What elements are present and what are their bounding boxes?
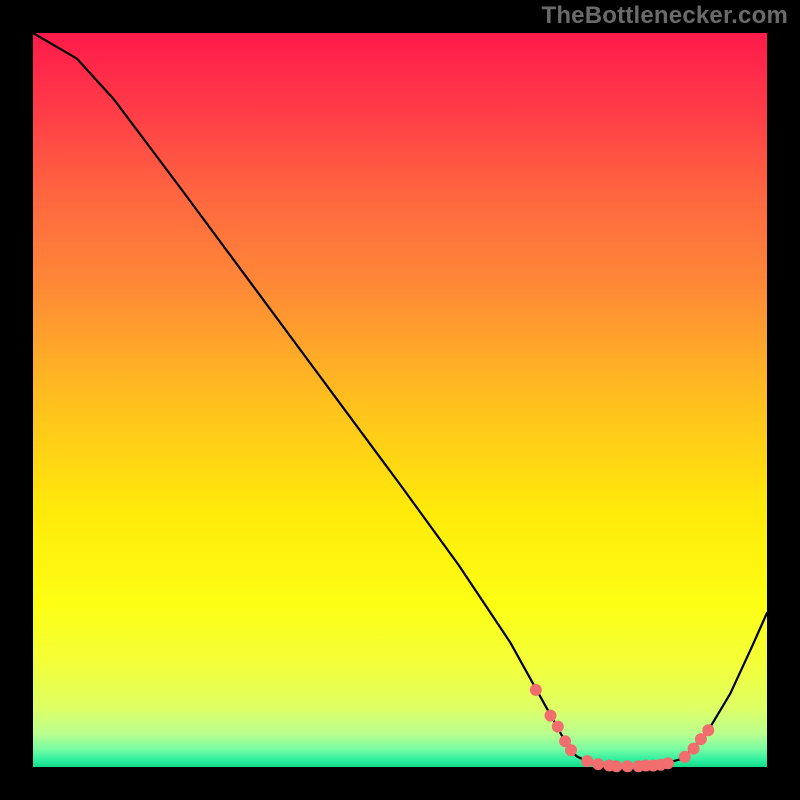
data-marker	[581, 755, 593, 767]
data-marker	[662, 757, 674, 769]
data-marker	[552, 721, 564, 733]
gradient-background	[33, 33, 767, 767]
bottleneck-chart	[0, 0, 800, 800]
data-marker	[565, 744, 577, 756]
data-marker	[530, 684, 542, 696]
watermark-text: TheBottlenecker.com	[541, 2, 788, 30]
chart-stage: { "watermark": "TheBottlenecker.com", "p…	[0, 0, 800, 800]
data-marker	[622, 760, 634, 772]
data-marker	[611, 760, 623, 772]
data-marker	[545, 710, 557, 722]
data-marker	[688, 743, 700, 755]
data-marker	[702, 724, 714, 736]
data-marker	[679, 751, 691, 763]
data-marker	[592, 758, 604, 770]
